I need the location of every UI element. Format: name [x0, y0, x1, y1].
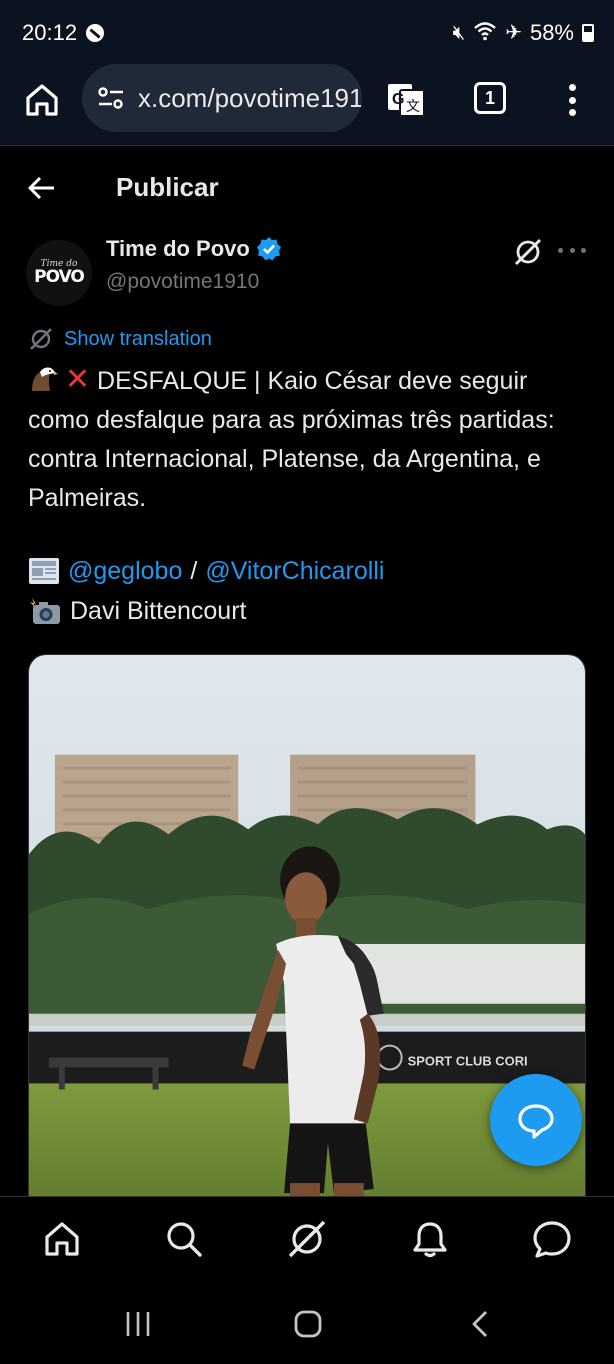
- home-icon: [294, 1310, 322, 1338]
- recents-button[interactable]: [120, 1306, 156, 1342]
- menu-dot: [568, 84, 576, 91]
- compose-message-fab[interactable]: [490, 1074, 582, 1166]
- tab-switcher-button[interactable]: 1: [474, 82, 506, 114]
- address-bar[interactable]: x.com/povotime1910: [82, 64, 362, 132]
- mention-geglobo[interactable]: @geglobo: [68, 557, 182, 586]
- tab-count: 1: [484, 87, 495, 108]
- post-text: ✕ DESFALQUE | Kaio César deve seguir com…: [28, 360, 584, 518]
- system-home-button[interactable]: [290, 1306, 326, 1342]
- browser-home-button[interactable]: [22, 80, 62, 120]
- show-translation-button[interactable]: Show translation: [28, 326, 212, 352]
- bottom-navigation: [0, 1196, 614, 1284]
- nav-messages[interactable]: [532, 1219, 572, 1259]
- wifi-icon: [473, 21, 497, 45]
- do-not-disturb-icon: [86, 24, 104, 42]
- arrow-left-icon: [28, 176, 54, 200]
- sources-line: @geglobo / @VitorChicarolli: [28, 556, 384, 586]
- photo-credit-line: Davi Bittencourt: [28, 596, 246, 626]
- banner-text: SPORT CLUB CORI: [408, 1054, 528, 1069]
- status-time: 20:12: [22, 20, 78, 45]
- more-dot: [569, 247, 575, 253]
- airplane-icon: ✈︎: [505, 22, 522, 44]
- status-bar: 20:12 🔇︎ ✈︎ 58%: [0, 0, 614, 64]
- post-text-content: DESFALQUE | Kaio César deve seguir como …: [28, 367, 555, 512]
- grok-button[interactable]: [512, 236, 544, 268]
- menu-dot: [568, 96, 576, 104]
- svg-text:G: G: [392, 91, 404, 108]
- page-header: Publicar: [0, 148, 614, 228]
- mute-icon: 🔇︎: [452, 22, 466, 44]
- nav-search[interactable]: [164, 1219, 204, 1259]
- grok-icon: [30, 328, 52, 350]
- status-indicators: 🔇︎ ✈︎ 58%: [453, 20, 594, 46]
- mention-vitorchicarolli[interactable]: @VitorChicarolli: [205, 557, 384, 586]
- cross-mark-icon: ✕: [64, 363, 91, 396]
- messages-icon: [533, 1221, 571, 1258]
- home-icon: [45, 1222, 79, 1256]
- svg-text:文: 文: [406, 99, 420, 115]
- url-text[interactable]: x.com/povotime1910: [138, 83, 362, 114]
- author-avatar[interactable]: Time do POVO: [26, 240, 92, 306]
- back-icon: [472, 1311, 487, 1337]
- grok-icon: [514, 238, 542, 266]
- grok-icon: [288, 1220, 326, 1258]
- menu-dot: [568, 109, 576, 116]
- translate-page-button[interactable]: G文: [386, 80, 426, 120]
- back-button[interactable]: [26, 172, 58, 204]
- show-translation-label: Show translation: [64, 327, 212, 350]
- home-icon: [26, 84, 58, 116]
- system-back-button[interactable]: [464, 1306, 500, 1342]
- page-title: Publicar: [116, 172, 219, 202]
- author-handle[interactable]: @povotime1910: [106, 270, 259, 294]
- more-options-button[interactable]: [558, 244, 586, 256]
- eagle-emoji-icon: [32, 367, 58, 391]
- photo-credit: Davi Bittencourt: [70, 596, 247, 625]
- battery-icon: [582, 24, 594, 42]
- more-dot: [558, 247, 563, 253]
- verified-badge-icon: [256, 237, 281, 261]
- browser-toolbar: x.com/povotime1910 G文 1: [0, 64, 614, 146]
- nav-notifications[interactable]: [410, 1219, 450, 1259]
- site-settings-icon[interactable]: [96, 83, 126, 113]
- newspaper-icon: [29, 558, 59, 584]
- mention-separator: /: [190, 556, 198, 585]
- avatar-text-big: POVO: [34, 266, 85, 287]
- nav-home[interactable]: [42, 1219, 82, 1259]
- system-navigation-bar: [0, 1284, 614, 1364]
- camera-flash-icon: [30, 598, 60, 624]
- author-name[interactable]: Time do Povo: [106, 236, 282, 262]
- more-dot: [581, 247, 586, 253]
- message-plus-icon: [518, 1104, 554, 1139]
- search-icon: [167, 1222, 202, 1257]
- notifications-icon: [413, 1222, 447, 1258]
- recents-icon: [126, 1312, 150, 1336]
- translate-icon: G文: [388, 84, 425, 117]
- nav-grok[interactable]: [287, 1219, 327, 1259]
- author-name-text: Time do Povo: [106, 236, 250, 261]
- battery-percent: 58%: [529, 20, 574, 45]
- browser-menu-button[interactable]: [562, 80, 582, 120]
